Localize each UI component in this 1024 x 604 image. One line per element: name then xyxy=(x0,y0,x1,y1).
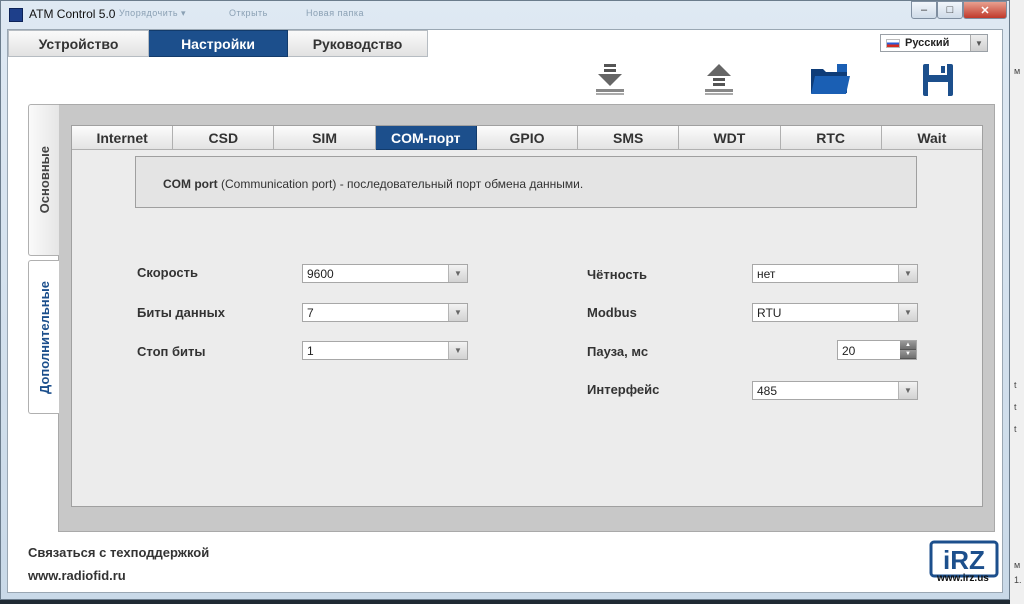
chevron-down-icon: ▼ xyxy=(448,304,467,321)
upload-icon[interactable] xyxy=(701,62,737,98)
stop-bits-label: Стоп биты xyxy=(137,344,206,359)
ghost-menu-new-folder: Новая папка xyxy=(306,8,364,18)
modbus-select[interactable]: RTU ▼ xyxy=(752,303,918,322)
background-text-fragment: t xyxy=(1014,402,1017,412)
download-icon[interactable] xyxy=(592,62,628,98)
chevron-down-icon: ▼ xyxy=(898,265,917,282)
pause-spinner[interactable]: 20 ▲ ▼ xyxy=(837,340,917,360)
background-text-fragment: м xyxy=(1014,66,1021,76)
background-text-fragment: м xyxy=(1014,560,1021,570)
interface-value: 485 xyxy=(757,384,778,398)
spin-down-icon[interactable]: ▼ xyxy=(900,350,916,359)
chevron-down-icon: ▼ xyxy=(898,304,917,321)
speed-select[interactable]: 9600 ▼ xyxy=(302,264,468,283)
support-link[interactable]: Связаться с техподдержкой xyxy=(28,545,209,560)
pause-label: Пауза, мс xyxy=(587,344,649,359)
data-bits-label: Биты данных xyxy=(137,305,225,320)
side-tab-basic[interactable]: Основные xyxy=(28,104,59,256)
app-icon xyxy=(9,8,23,22)
tab-rtc[interactable]: RTC xyxy=(780,126,882,150)
tab-wdt[interactable]: WDT xyxy=(679,126,781,150)
com-port-panel: Internet CSD SIM COM-порт GPIO SMS WDT R… xyxy=(71,125,983,507)
interface-select[interactable]: 485 ▼ xyxy=(752,381,918,400)
description-text: (Communication port) - последовательный … xyxy=(217,177,584,191)
parity-value: нет xyxy=(757,267,776,281)
logo-url[interactable]: www.irz.us xyxy=(937,573,989,584)
chevron-down-icon: ▼ xyxy=(448,265,467,282)
tab-wait[interactable]: Wait xyxy=(881,126,982,150)
parity-label: Чётность xyxy=(587,267,647,282)
app-window: ATM Control 5.0 Упорядочить ▾ Открыть Но… xyxy=(0,0,1010,600)
logo-text: iRZ xyxy=(943,545,985,575)
chevron-down-icon: ▼ xyxy=(898,382,917,399)
ghost-menu-organize: Упорядочить ▾ xyxy=(119,8,187,18)
description-box: COM port (Communication port) - последов… xyxy=(135,156,917,208)
sub-tab-bar: Internet CSD SIM COM-порт GPIO SMS WDT R… xyxy=(72,126,982,150)
website-link[interactable]: www.radiofid.ru xyxy=(28,568,126,583)
tab-gpio[interactable]: GPIO xyxy=(476,126,579,150)
minimize-button[interactable]: – xyxy=(911,1,937,19)
data-bits-select[interactable]: 7 ▼ xyxy=(302,303,468,322)
maximize-button[interactable]: □ xyxy=(937,1,963,19)
data-bits-value: 7 xyxy=(307,306,314,320)
tab-com-port[interactable]: COM-порт xyxy=(375,126,477,150)
client-area: Устройство Настройки Руководство Русский… xyxy=(7,29,1003,593)
close-button[interactable]: ✕ xyxy=(963,1,1007,19)
background-text-fragment: t xyxy=(1014,380,1017,390)
stop-bits-value: 1 xyxy=(307,344,314,358)
speed-value: 9600 xyxy=(307,267,334,281)
tab-sms[interactable]: SMS xyxy=(578,126,680,150)
chevron-down-icon: ▼ xyxy=(448,342,467,359)
russia-flag-icon xyxy=(886,39,900,48)
modbus-label: Modbus xyxy=(587,305,637,320)
chevron-down-icon: ▼ xyxy=(970,35,987,51)
spinner-buttons: ▲ ▼ xyxy=(900,341,916,359)
main-tab-bar: Устройство Настройки Руководство xyxy=(8,30,428,58)
ghost-menu-open: Открыть xyxy=(229,8,268,18)
tab-device[interactable]: Устройство xyxy=(8,30,149,57)
modbus-value: RTU xyxy=(757,306,782,320)
open-folder-icon[interactable] xyxy=(808,62,852,98)
speed-label: Скорость xyxy=(137,265,198,280)
side-tab-advanced-label: Дополнительные xyxy=(36,280,52,394)
spin-up-icon[interactable]: ▲ xyxy=(900,341,916,350)
tab-settings[interactable]: Настройки xyxy=(149,30,288,57)
background-window-edge: м t t t м 1. xyxy=(1010,0,1024,604)
tab-csd[interactable]: CSD xyxy=(173,126,275,150)
side-tab-basic-label: Основные xyxy=(36,146,52,214)
language-select[interactable]: Русский ▼ xyxy=(880,34,988,52)
title-bar[interactable]: ATM Control 5.0 Упорядочить ▾ Открыть Но… xyxy=(1,1,1009,29)
tab-internet[interactable]: Internet xyxy=(72,126,174,150)
background-text-fragment: 1. xyxy=(1014,575,1022,585)
side-tab-advanced[interactable]: Дополнительные xyxy=(28,260,59,414)
parity-select[interactable]: нет ▼ xyxy=(752,264,918,283)
tab-manual[interactable]: Руководство xyxy=(288,30,428,57)
window-controls: – □ ✕ xyxy=(911,1,1007,21)
interface-label: Интерфейс xyxy=(587,382,660,397)
background-text-fragment: t xyxy=(1014,424,1017,434)
window-title: ATM Control 5.0 xyxy=(29,7,116,21)
description-term: COM port xyxy=(163,177,218,191)
language-value: Русский xyxy=(905,37,950,49)
stop-bits-select[interactable]: 1 ▼ xyxy=(302,341,468,360)
tab-sim[interactable]: SIM xyxy=(274,126,376,150)
save-disk-icon[interactable] xyxy=(920,62,956,98)
pause-value: 20 xyxy=(842,344,856,358)
